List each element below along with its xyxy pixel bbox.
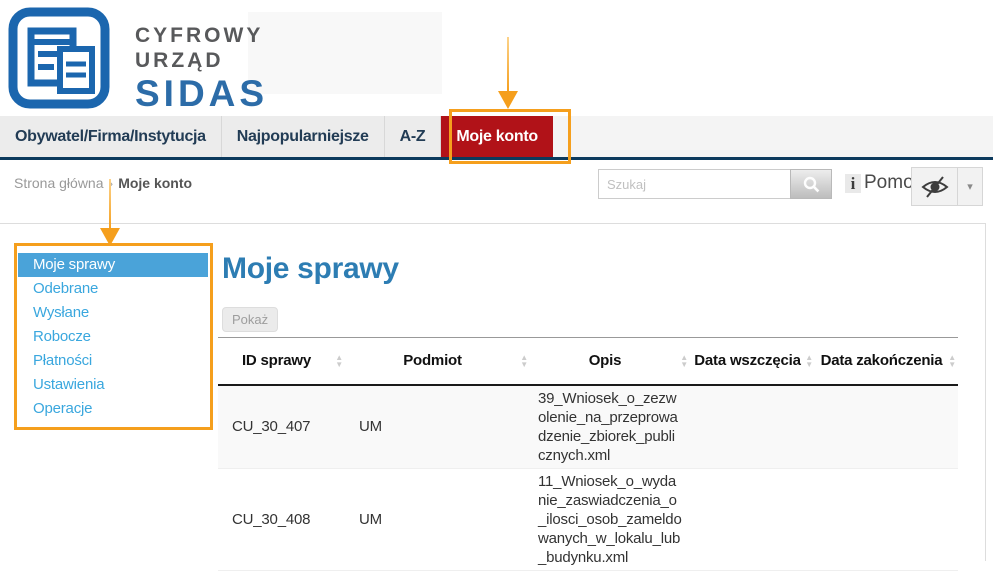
column-header-data-zakonczenia[interactable]: Data zakończenia ▲▼ [815,338,958,385]
column-label: Data wszczęcia [694,352,800,369]
sidebar-item-platnosci[interactable]: Płatności [18,349,208,373]
cell-podmiot: UM [345,385,530,469]
logo-line1: CYFROWY [135,23,268,48]
breadcrumb-current: Moje konto [118,175,192,191]
cell-data-wszczecia [690,385,815,469]
tab-obywatel-firma-instytucja[interactable]: Obywatel/Firma/Instytucja [0,116,222,157]
search-bar [598,169,832,199]
logo[interactable]: CYFROWY URZĄD SIDAS [8,7,268,113]
contrast-dropdown-button[interactable]: ▾ [958,167,983,206]
annotation-arrowhead-sidebar [100,228,120,246]
logo-line2: URZĄD [135,48,268,73]
sort-icon[interactable]: ▲▼ [520,354,528,368]
chevron-down-icon: ▾ [967,180,973,193]
page-header: CYFROWY URZĄD SIDAS [0,0,993,115]
tab-a-z[interactable]: A-Z [385,116,442,157]
table-row[interactable]: CU_30_407 UM 39_Wniosek_o_zezwolenie_na_… [218,385,958,469]
sidebar-item-ustawienia[interactable]: Ustawienia [18,373,208,397]
cell-data-zakonczenia [815,385,958,469]
column-label: Opis [589,352,622,369]
logo-text: CYFROWY URZĄD SIDAS [135,7,268,113]
column-header-data-wszczecia[interactable]: Data wszczęcia ▲▼ [690,338,815,385]
sort-icon[interactable]: ▲▼ [680,354,688,368]
toolbar-row: Strona główna›Moje konto i Pomoc ▾ [0,160,993,223]
sidebar-item-odebrane[interactable]: Odebrane [18,277,208,301]
breadcrumb-home[interactable]: Strona główna [14,175,104,191]
sort-icon[interactable]: ▲▼ [805,354,813,368]
cell-id-sprawy: CU_30_408 [218,468,345,570]
cell-opis: 11_Wniosek_o_wydanie_zaswiadczenia_o_ilo… [530,468,690,570]
sidas-logo-icon [8,7,110,109]
sidebar-item-operacje[interactable]: Operacje [18,397,208,421]
contrast-toggle-button[interactable] [911,167,958,206]
cases-table: ID sprawy ▲▼ Podmiot ▲▼ Opis ▲▼ Data wsz… [218,337,958,571]
main-nav: Obywatel/Firma/Instytucja Najpopularniej… [0,116,993,160]
column-label: Podmiot [403,352,462,369]
logo-sidas: SIDAS [135,75,268,113]
column-label: Data zakończenia [821,352,943,369]
cell-id-sprawy: CU_30_407 [218,385,345,469]
eye-slash-icon [920,175,950,199]
cell-opis: 39_Wniosek_o_zezwolenie_na_przeprowadzen… [530,385,690,469]
breadcrumb-separator: › [109,175,114,191]
sidebar-item-robocze[interactable]: Robocze [18,325,208,349]
sort-icon[interactable]: ▲▼ [948,354,956,368]
cell-data-zakonczenia [815,468,958,570]
content-top-divider [0,223,986,224]
tab-moje-konto[interactable]: Moje konto [441,116,552,157]
column-header-podmiot[interactable]: Podmiot ▲▼ [345,338,530,385]
sidebar-item-wyslane[interactable]: Wysłane [18,301,208,325]
page-title: Moje sprawy [222,252,399,286]
content-right-border [985,223,986,561]
search-input[interactable] [598,169,790,199]
search-button[interactable] [790,169,832,199]
column-label: ID sprawy [242,352,311,369]
breadcrumb: Strona główna ›Moje konto [14,175,192,191]
banner-placeholder [248,12,442,94]
show-button[interactable]: Pokaż [222,307,278,332]
tab-najpopularniejsze[interactable]: Najpopularniejsze [222,116,385,157]
sort-icon[interactable]: ▲▼ [335,354,343,368]
column-header-opis[interactable]: Opis ▲▼ [530,338,690,385]
info-icon: i [845,174,861,193]
account-sidebar: Moje sprawy Odebrane Wysłane Robocze Pła… [18,253,208,421]
cell-podmiot: UM [345,468,530,570]
table-row[interactable]: CU_30_408 UM 11_Wniosek_o_wydanie_zaswia… [218,468,958,570]
search-icon [803,176,820,193]
cell-data-wszczecia [690,468,815,570]
sidebar-item-moje-sprawy[interactable]: Moje sprawy [18,253,208,277]
accessibility-buttons: ▾ [911,167,983,206]
column-header-id-sprawy[interactable]: ID sprawy ▲▼ [218,338,345,385]
table-header-row: ID sprawy ▲▼ Podmiot ▲▼ Opis ▲▼ Data wsz… [218,338,958,385]
